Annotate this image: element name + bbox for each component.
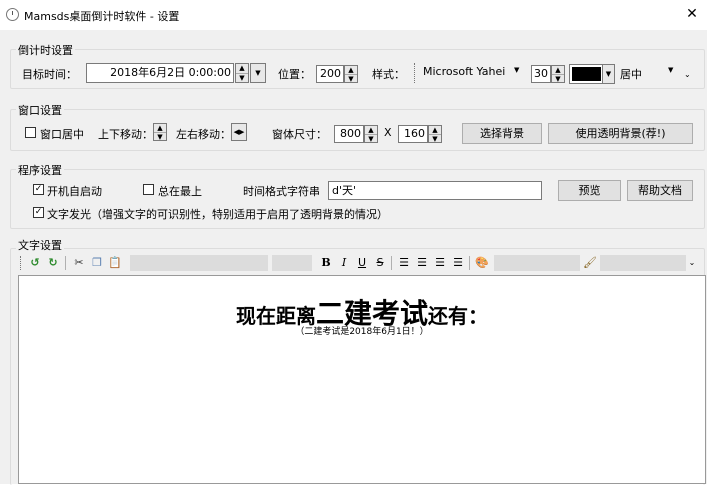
chevron-down-icon: ▼ — [255, 69, 261, 77]
subline-text: （二建考试是2018年6月1日！） — [295, 327, 429, 337]
color-swatch — [572, 67, 601, 81]
font-combobox[interactable]: Microsoft Yahei — [414, 63, 526, 83]
window-height-input[interactable]: 160 — [398, 125, 428, 143]
close-button[interactable]: ✕ — [681, 4, 703, 24]
target-time-spinner[interactable]: ▲ ▼ — [235, 63, 249, 83]
title-bar: Mamsds桌面倒计时软件 - 设置 ✕ — [0, 0, 707, 30]
target-time-label: 目标时间： — [22, 68, 77, 81]
chevron-down-icon: ▼ — [602, 65, 614, 83]
window-size-label: 窗体尺寸： — [272, 128, 327, 141]
autostart-checkbox[interactable]: ✓ — [33, 184, 44, 195]
align-combobox[interactable]: 居中 — [620, 66, 642, 82]
overflow-icon[interactable]: ⌄ — [684, 70, 691, 79]
position-input[interactable]: 200 — [316, 65, 344, 83]
align-center-icon[interactable]: ☰ — [414, 255, 430, 271]
paste-icon[interactable]: 📋 — [107, 255, 123, 271]
align-dropdown-arrow[interactable]: ▼ — [668, 66, 673, 74]
up-arrow-icon: ▲ — [154, 124, 166, 133]
palette-icon[interactable]: 🎨 — [474, 255, 490, 271]
topmost-label: 总在最上 — [158, 185, 202, 198]
rich-text-toolbar: ↺ ↻ ✂ ❐ 📋 B I U S ☰ ☰ ☰ ☰ 🎨 🖌 ⌄ — [16, 252, 696, 274]
font-name-box[interactable] — [130, 255, 268, 271]
size-separator-label: X — [384, 126, 392, 139]
down-arrow-icon: ▼ — [432, 135, 438, 143]
undo-icon[interactable]: ↺ — [27, 255, 43, 271]
autostart-label: 开机自启动 — [47, 185, 102, 198]
color-picker[interactable]: ▼ — [569, 64, 615, 84]
horizontal-move-spinner[interactable]: ◀▶ — [231, 123, 247, 141]
position-spinner[interactable]: ▲ ▼ — [344, 65, 358, 83]
font-size-box[interactable] — [272, 255, 312, 271]
up-arrow-icon: ▲ — [429, 126, 441, 135]
justify-icon[interactable]: ☰ — [450, 255, 466, 271]
strikethrough-button[interactable]: S — [372, 255, 388, 271]
target-time-picker[interactable]: 2018年6月2日 0:00:00 — [86, 63, 234, 83]
window-title: Mamsds桌面倒计时软件 - 设置 — [24, 10, 180, 23]
countdown-group-label: 倒计时设置 — [16, 42, 75, 58]
style-label: 样式： — [372, 68, 405, 81]
settings-window: 倒计时设置 目标时间： 2018年6月2日 0:00:00 ▲ ▼ ▼ 位置： 2… — [0, 30, 707, 485]
cut-icon[interactable]: ✂ — [71, 255, 87, 271]
align-left-icon[interactable]: ☰ — [396, 255, 412, 271]
window-width-spinner[interactable]: ▲ ▼ — [364, 125, 378, 143]
topmost-checkbox[interactable] — [143, 184, 154, 195]
highlight-color-box[interactable] — [600, 255, 686, 271]
font-size-input[interactable]: 30 — [531, 65, 551, 83]
bold-button[interactable]: B — [318, 255, 334, 271]
brush-icon[interactable]: 🖌 — [582, 255, 598, 271]
clock-icon — [6, 8, 19, 21]
program-group-label: 程序设置 — [16, 162, 64, 178]
window-height-spinner[interactable]: ▲ ▼ — [428, 125, 442, 143]
text-editor[interactable]: 现在距离二建考试还有： （二建考试是2018年6月1日！） — [18, 275, 706, 484]
redo-icon[interactable]: ↻ — [45, 255, 61, 271]
toolbar-separator — [65, 256, 66, 270]
down-arrow-icon: ▼ — [239, 74, 245, 82]
underline-button[interactable]: U — [354, 255, 370, 271]
center-window-checkbox[interactable] — [25, 127, 36, 138]
italic-button[interactable]: I — [336, 255, 352, 271]
toolbar-overflow-icon[interactable]: ⌄ — [686, 255, 698, 271]
up-arrow-icon: ▲ — [236, 64, 248, 74]
down-arrow-icon: ▼ — [555, 75, 561, 83]
toolbar-grip — [20, 256, 22, 270]
down-arrow-icon: ▼ — [157, 133, 163, 141]
vertical-move-spinner[interactable]: ▲ ▼ — [153, 123, 167, 141]
down-arrow-icon: ▼ — [348, 75, 354, 83]
up-arrow-icon: ▲ — [552, 66, 564, 75]
position-label: 位置： — [278, 68, 311, 81]
font-dropdown-arrow[interactable]: ▼ — [514, 66, 519, 74]
align-right-icon[interactable]: ☰ — [432, 255, 448, 271]
font-value: Microsoft Yahei — [423, 65, 506, 78]
down-arrow-icon: ▼ — [368, 135, 374, 143]
text-color-box[interactable] — [494, 255, 580, 271]
up-arrow-icon: ▲ — [345, 66, 357, 75]
transparent-background-button[interactable]: 使用透明背景(荐!) — [548, 123, 693, 144]
time-format-label: 时间格式字符串 — [243, 185, 320, 198]
preview-button[interactable]: 预览 — [558, 180, 621, 201]
help-doc-button[interactable]: 帮助文档 — [627, 180, 693, 201]
text-group-label: 文字设置 — [16, 237, 64, 253]
target-time-dropdown[interactable]: ▼ — [250, 63, 266, 83]
window-width-input[interactable]: 800 — [334, 125, 364, 143]
choose-background-button[interactable]: 选择背景 — [462, 123, 542, 144]
left-right-arrows-icon: ◀▶ — [233, 128, 245, 136]
text-glow-checkbox[interactable]: ✓ — [33, 207, 44, 218]
vertical-move-label: 上下移动： — [98, 128, 153, 141]
toolbar-separator — [391, 256, 392, 270]
up-arrow-icon: ▲ — [365, 126, 377, 135]
copy-icon[interactable]: ❐ — [89, 255, 105, 271]
time-format-input[interactable]: d'天' — [328, 181, 542, 200]
toolbar-separator — [469, 256, 470, 270]
window-group-label: 窗口设置 — [16, 102, 64, 118]
horizontal-move-label: 左右移动： — [176, 128, 231, 141]
target-time-value: 2018年6月2日 0:00:00 — [110, 66, 231, 79]
center-window-label: 窗口居中 — [40, 128, 84, 141]
font-size-spinner[interactable]: ▲ ▼ — [551, 65, 565, 83]
text-glow-label: 文字发光（增强文字的可识别性，特别适用于启用了透明背景的情况） — [47, 208, 388, 221]
